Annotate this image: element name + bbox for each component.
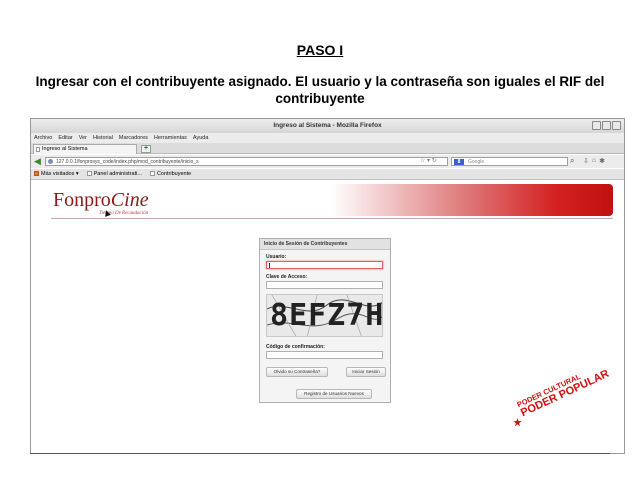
new-tab-icon[interactable]: + (141, 145, 151, 153)
tab-bar: Ingreso al Sistema + (31, 143, 624, 154)
login-button[interactable]: Iniciar Sesión (346, 367, 386, 377)
site-logo[interactable]: FonproCine (53, 189, 149, 212)
menu-marcadores[interactable]: Marcadores (119, 133, 148, 143)
folder-icon (34, 171, 39, 177)
login-panel: Inicio de Sesión de Contribuyentes Usuar… (259, 238, 391, 403)
google-icon: 8 (454, 159, 464, 165)
forgot-password-button[interactable]: Olvido su Contraseña? (266, 367, 328, 377)
bottom-rule (30, 453, 610, 454)
logo-main: Fonpro (53, 189, 111, 211)
bookmark-star-icon[interactable]: ☆ ▾ ↻ (420, 158, 437, 164)
menu-ver[interactable]: Ver (79, 133, 87, 143)
menu-archivo[interactable]: Archivo (34, 133, 52, 143)
navigation-bar: ◀ 127.0.0.1/fonprosys_code/index.php/mod… (31, 155, 624, 168)
bookmark-panel[interactable]: Panel administrati... (86, 169, 142, 179)
bookmark-label: Panel administrati... (93, 171, 142, 177)
window-controls (592, 121, 621, 130)
window-title: Ingreso al Sistema - Mozilla Firefox (273, 122, 382, 129)
step-instruction: Ingresar con el contribuyente asignado. … (35, 74, 605, 106)
logo-cine: Cine (110, 189, 149, 211)
bookmarks-bar: Más visitados ▾ Panel administrati... Co… (31, 169, 624, 180)
tab-ingreso[interactable]: Ingreso al Sistema (33, 144, 137, 154)
search-placeholder: Google (468, 159, 485, 165)
maximize-icon[interactable] (602, 121, 611, 130)
header-divider (51, 218, 613, 219)
header-banner (331, 184, 613, 216)
home-icon[interactable]: ⌂ (592, 157, 596, 165)
step-heading: PASO I (296, 42, 344, 58)
menu-historial[interactable]: Historial (93, 133, 113, 143)
page-icon (36, 147, 40, 152)
page-icon (149, 171, 155, 177)
url-text: 127.0.0.1/fonprosys_code/index.php/mod_c… (56, 159, 199, 165)
menu-herramientas[interactable]: Herramientas (154, 133, 187, 143)
window-titlebar: Ingreso al Sistema - Mozilla Firefox (31, 119, 624, 133)
addon-icon[interactable]: ✱ (599, 157, 605, 165)
bookmark-contribuyente[interactable]: Contribuyente (149, 169, 192, 179)
search-icon[interactable]: ⌕ (570, 156, 574, 166)
password-input[interactable] (266, 281, 383, 289)
code-input[interactable] (266, 351, 383, 359)
menu-editar[interactable]: Editar (58, 133, 72, 143)
globe-icon (48, 159, 53, 164)
user-input[interactable] (266, 261, 383, 269)
captcha-text: 8EFZ7H (270, 298, 383, 333)
back-arrow-icon[interactable]: ◀ (34, 157, 41, 166)
minimize-icon[interactable] (592, 121, 601, 130)
login-panel-title: Inicio de Sesión de Contribuyentes (260, 239, 390, 250)
search-input[interactable]: 8 Google (451, 157, 568, 166)
page-icon (86, 171, 92, 177)
menu-ayuda[interactable]: Ayuda (193, 133, 209, 143)
pass-label: Clave de Acceso: (266, 274, 308, 280)
url-input[interactable]: 127.0.0.1/fonprosys_code/index.php/mod_c… (45, 157, 448, 166)
toolbar-icons: ⇩ ⌂ ✱ (583, 157, 605, 165)
captcha-image: 8EFZ7H (266, 294, 383, 337)
register-button[interactable]: Registro de Usuarios Nuevos (296, 389, 372, 399)
download-icon[interactable]: ⇩ (583, 157, 589, 165)
user-label: Usuario: (266, 254, 287, 260)
bookmark-label: Más visitados (41, 171, 75, 177)
code-label: Código de confirmación: (266, 344, 325, 350)
bookmark-label: Contribuyente (156, 171, 192, 177)
tab-label: Ingreso al Sistema (42, 146, 88, 152)
bookmark-mas-visitados[interactable]: Más visitados ▾ (34, 169, 79, 179)
close-icon[interactable] (612, 121, 621, 130)
menu-bar: Archivo Editar Ver Historial Marcadores … (31, 133, 624, 143)
